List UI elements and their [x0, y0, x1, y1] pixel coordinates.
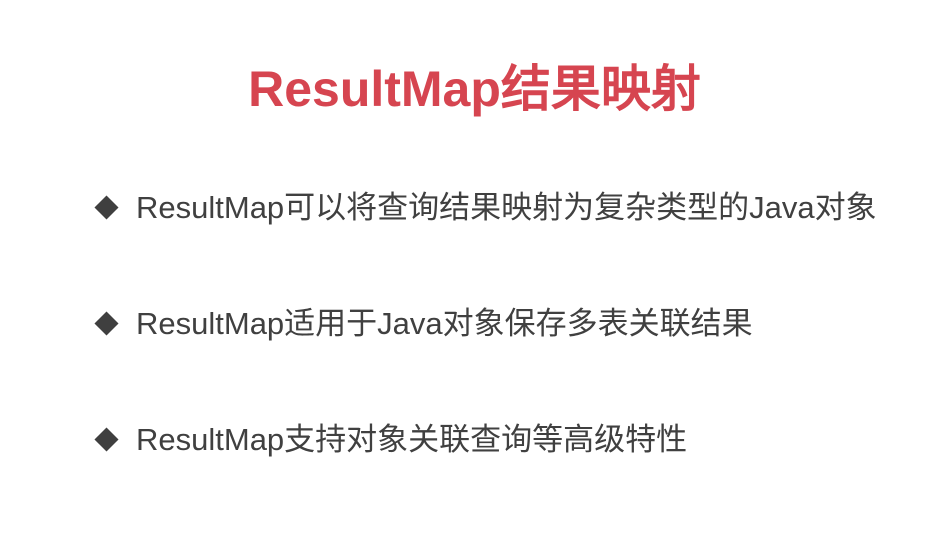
bullet-text: ResultMap适用于Java对象保存多表关联结果: [136, 306, 753, 341]
bullet-item: ResultMap可以将查询结果映射为复杂类型的Java对象: [93, 188, 877, 228]
diamond-bullet-icon: [93, 426, 121, 454]
diamond-bullet-icon: [93, 194, 121, 222]
slide: ResultMap结果映射 ResultMap可以将查询结果映射为复杂类型的Ja…: [0, 0, 949, 536]
diamond-bullet-icon: [93, 310, 121, 338]
bullet-text: ResultMap可以将查询结果映射为复杂类型的Java对象: [136, 190, 877, 225]
bullet-item: ResultMap支持对象关联查询等高级特性: [93, 420, 687, 460]
bullet-text: ResultMap支持对象关联查询等高级特性: [136, 422, 688, 457]
slide-title: ResultMap结果映射: [248, 61, 701, 117]
bullet-item: ResultMap适用于Java对象保存多表关联结果: [93, 304, 753, 344]
